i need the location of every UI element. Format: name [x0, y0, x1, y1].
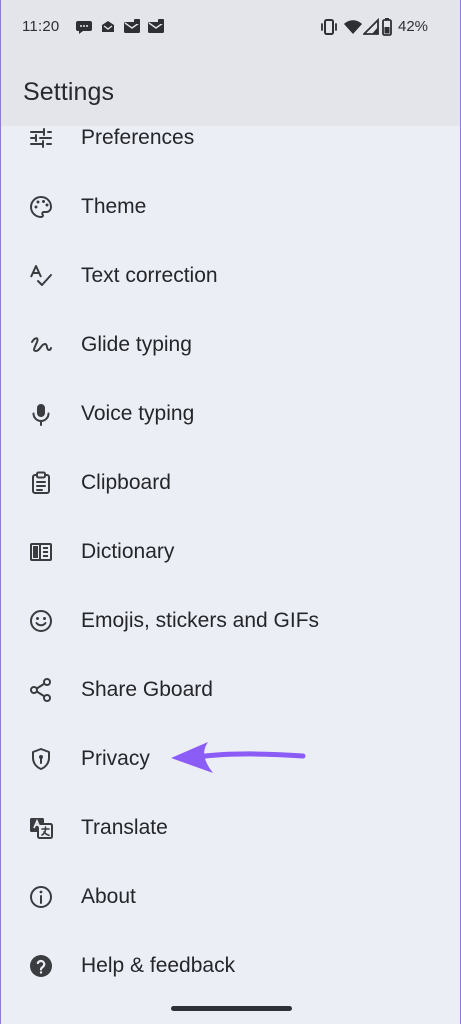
settings-item-label: Text correction [81, 264, 218, 287]
message-icon [74, 17, 94, 37]
battery-percent: 42% [398, 18, 429, 35]
settings-item-text-correction[interactable]: Text correction [1, 241, 460, 310]
settings-item-label: Emojis, stickers and GIFs [81, 609, 320, 632]
share-icon [28, 677, 54, 703]
emoji-icon [28, 608, 54, 634]
settings-item-clipboard[interactable]: Clipboard [1, 448, 460, 517]
settings-item-emojis-stickers-gifs[interactable]: Emojis, stickers and GIFs [1, 586, 460, 655]
clipboard-icon [28, 470, 54, 496]
shield-icon [28, 746, 54, 772]
settings-item-voice-typing[interactable]: Voice typing [1, 379, 460, 448]
dictionary-icon [28, 539, 54, 565]
settings-item-preferences[interactable]: Preferences [1, 103, 460, 172]
settings-item-help-feedback[interactable]: Help & feedback [1, 931, 460, 1000]
settings-item-label: Privacy [81, 747, 150, 770]
arrow-left-icon [169, 737, 306, 779]
settings-item-translate[interactable]: Translate [1, 793, 460, 862]
android-screen: 11:20 42% Settings Preferences Theme Tex… [1, 0, 460, 1024]
palette-icon [28, 194, 54, 220]
mail-icon [122, 17, 142, 37]
settings-item-label: Voice typing [81, 402, 195, 425]
settings-item-about[interactable]: About [1, 862, 460, 931]
signal-icon [361, 17, 379, 37]
status-time: 11:20 [22, 18, 60, 35]
settings-item-dictionary[interactable]: Dictionary [1, 517, 460, 586]
help-icon [28, 953, 54, 979]
settings-item-label: Preferences [81, 126, 195, 149]
status-notification-icons [74, 17, 166, 39]
settings-item-label: Share Gboard [81, 678, 213, 701]
settings-item-label: Theme [81, 195, 147, 218]
settings-item-label: Clipboard [81, 471, 171, 494]
settings-item-label: About [81, 885, 136, 908]
battery-icon [381, 17, 393, 37]
settings-item-label: Dictionary [81, 540, 175, 563]
spellcheck-icon [28, 263, 54, 289]
settings-item-share-gboard[interactable]: Share Gboard [1, 655, 460, 724]
settings-item-glide-typing[interactable]: Glide typing [1, 310, 460, 379]
gesture-navigation-handle[interactable] [171, 1006, 292, 1011]
gesture-icon [28, 332, 54, 358]
cloud-mail-icon [98, 17, 118, 37]
microphone-icon [28, 401, 54, 427]
settings-item-label: Help & feedback [81, 954, 236, 977]
status-bar: 11:20 42% [1, 0, 460, 56]
settings-item-label: Glide typing [81, 333, 192, 356]
vibrate-icon [319, 17, 339, 37]
translate-icon [28, 815, 54, 841]
wifi-icon [343, 17, 363, 37]
sliders-icon [28, 125, 54, 151]
mail-icon [146, 17, 166, 37]
info-icon [28, 884, 54, 910]
settings-item-theme[interactable]: Theme [1, 172, 460, 241]
status-system-icons: 42% [319, 15, 441, 39]
settings-list: Preferences Theme Text correction Glide … [1, 103, 460, 1003]
settings-item-label: Translate [81, 816, 168, 839]
